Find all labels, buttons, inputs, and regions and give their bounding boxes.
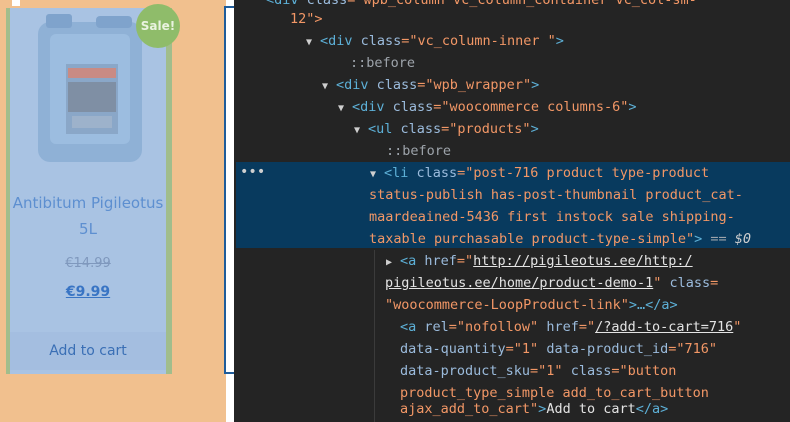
tree-value: ="1" <box>530 363 571 379</box>
collapse-triangle-icon[interactable]: ▼ <box>338 98 352 120</box>
pseudo-element: ::before <box>386 143 452 159</box>
sale-badge: Sale! <box>136 4 180 48</box>
tree-tag: </a> <box>635 401 669 417</box>
tree-value: 12"> <box>290 11 323 27</box>
tree-value: ="products" <box>441 121 531 137</box>
tree-line: "woocommerce-LoopProduct-link">…</a> <box>385 294 678 316</box>
tree-value: ="post-716 product type-product <box>457 165 710 181</box>
pseudo-element: ::before <box>350 55 416 71</box>
tree-value: ="wpb_column vc_column_container vc_col-… <box>347 0 697 8</box>
tree-node-vc-column-inner[interactable]: ▼ <div class="vc_column-inner "> <box>306 30 564 54</box>
tree-value: ="716" <box>668 341 718 357</box>
tree-tag: <div <box>352 99 393 115</box>
collapse-triangle-icon[interactable]: ▼ <box>370 164 384 186</box>
tree-value: taxable purchasable product-type-simple" <box>369 231 695 247</box>
tree-attr: class <box>360 33 402 49</box>
tree-link[interactable]: pigileotus.ee/home/product-demo-1 <box>385 275 653 291</box>
add-to-cart-button[interactable]: Add to cart <box>10 332 166 370</box>
tree-attr: class <box>392 99 434 115</box>
tree-value: status-publish has-post-thumbnail produc… <box>369 187 743 203</box>
tree-value: " <box>733 319 742 335</box>
price-old: €14.99 <box>65 256 111 271</box>
price-new: €9.99 <box>65 284 111 300</box>
tree-value: ="woocommerce columns-6" <box>433 99 629 115</box>
tree-line: ajax_add_to_cart">Add to cart</a> <box>400 398 668 420</box>
tree-tag: > <box>531 77 540 93</box>
tree-value: ="nofollow" <box>448 319 547 335</box>
tree-line: pigileotus.ee/home/product-demo-1" class… <box>385 272 718 294</box>
collapse-triangle-icon[interactable]: ▼ <box>354 120 368 142</box>
tree-attr: class <box>306 0 348 8</box>
tree-value: ="button <box>611 363 677 379</box>
tree-attr: class <box>400 121 442 137</box>
tree-node-products[interactable]: ▼ <ul class="products"> <box>354 118 539 142</box>
tree-value: ="1" <box>505 341 547 357</box>
tree-pseudo-before[interactable]: ::before <box>350 52 415 74</box>
tree-text: Add to cart <box>546 401 636 417</box>
tree-attr: class <box>570 363 612 379</box>
tree-node-li-selected[interactable]: ▼ <li class="post-716 product type-produc… <box>370 162 709 186</box>
tree-value: maardeained-5436 first instock sale ship… <box>369 209 735 225</box>
more-options-icon[interactable]: ••• <box>240 164 265 180</box>
tree-tag: <div <box>336 77 377 93</box>
tree-line: taxable purchasable product-type-simple"… <box>369 228 751 250</box>
tree-line: data-product_sku="1" class="button <box>400 360 676 382</box>
page-preview: Sale! Antibitum Pigileotus 5L €14.99 €9.… <box>0 0 234 422</box>
tree-value: "woocommerce-LoopProduct-link" <box>385 297 629 313</box>
collapse-triangle-icon[interactable]: ▼ <box>306 32 320 54</box>
tree-attr: class <box>669 275 711 291</box>
product-title[interactable]: Antibitum Pigileotus 5L <box>10 190 166 242</box>
tree-link[interactable]: /?add-to-cart=716 <box>595 319 733 335</box>
tree-node-product-link[interactable]: ▶ <a href="http://pigileotus.ee/http:/ <box>386 250 693 274</box>
tree-node-wpb-wrapper[interactable]: ▼ <div class="wpb_wrapper"> <box>322 74 539 98</box>
tree-tag: <div <box>266 0 307 8</box>
tree-value: =" <box>578 319 596 335</box>
tree-tag: <li <box>384 165 417 181</box>
tree-value: ="vc_column-inner " <box>401 33 556 49</box>
console-ref: $0 <box>734 231 752 247</box>
expand-triangle-icon[interactable]: ▶ <box>386 252 400 274</box>
tree-line: data-quantity="1" data-product_id="716" <box>400 338 717 360</box>
jerrycan-image[interactable] <box>32 12 148 166</box>
element-highlight-frame <box>224 6 234 374</box>
tree-tag: > <box>530 121 539 137</box>
top-marker <box>12 0 20 6</box>
tree-attr: rel <box>424 319 449 335</box>
tree-attr: data-product_sku <box>400 363 531 379</box>
tree-tag: > <box>628 99 637 115</box>
tree-line[interactable]: <div class="wpb_column vc_column_contain… <box>266 0 697 11</box>
indent-guide <box>374 250 375 422</box>
console-ref-eq: == <box>702 231 735 247</box>
tree-value: =" <box>456 253 474 269</box>
tree-value: " <box>653 275 670 291</box>
tree-tag: <div <box>320 33 361 49</box>
collapse-triangle-icon[interactable]: ▼ <box>322 76 336 98</box>
tree-tag: <a <box>400 253 425 269</box>
tree-line: 12"> <box>290 8 323 30</box>
tree-attr: data-product_id <box>546 341 669 357</box>
tree-attr: class <box>376 77 418 93</box>
tree-attr: href <box>424 253 457 269</box>
tree-attr: class <box>416 165 458 181</box>
tree-tag: <a <box>400 319 425 335</box>
tree-tag: >…</a> <box>628 297 678 313</box>
tree-line: maardeained-5436 first instock sale ship… <box>369 206 735 228</box>
tree-value: ajax_add_to_cart" <box>400 401 539 417</box>
tree-value: = <box>710 275 719 291</box>
tree-attr: data-quantity <box>400 341 506 357</box>
tree-value: ="wpb_wrapper" <box>417 77 532 93</box>
tree-attr: href <box>546 319 579 335</box>
tree-tag: <ul <box>368 121 401 137</box>
tree-link[interactable]: http://pigileotus.ee/http:/ <box>473 253 692 269</box>
tree-tag: > <box>555 33 564 49</box>
tree-line: status-publish has-post-thumbnail produc… <box>369 184 743 206</box>
tree-node-add-to-cart-link[interactable]: <a rel="nofollow" href="/?add-to-cart=71… <box>400 316 741 338</box>
tree-pseudo-before[interactable]: ::before <box>386 140 451 162</box>
tree-node-woocommerce[interactable]: ▼ <div class="woocommerce columns-6"> <box>338 96 637 120</box>
devtools-elements-panel: ••• <div class="wpb_column vc_column_con… <box>236 0 790 422</box>
